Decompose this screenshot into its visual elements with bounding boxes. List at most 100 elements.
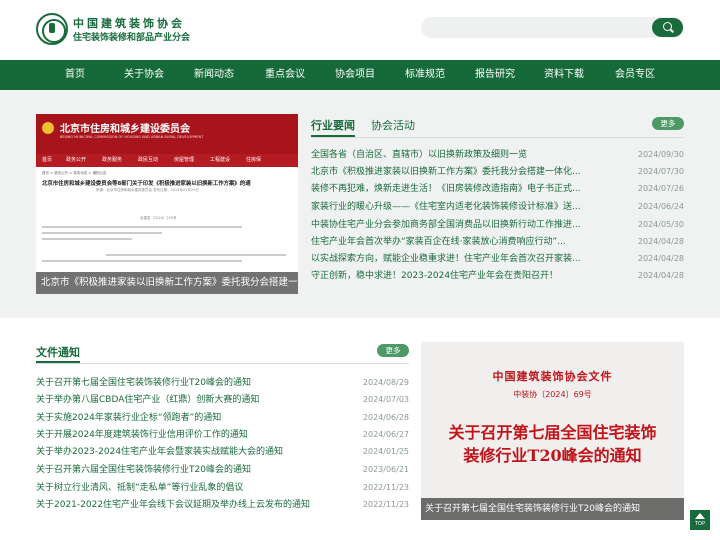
feature-nav-item: 住房保 [246, 157, 262, 163]
nav-item-standards[interactable]: 标准规范 [398, 60, 452, 90]
feature-banner-subtitle: BEIJING MUNICIPAL COMMISSION OF HOUSING … [60, 135, 204, 139]
news-item-date: 2024/04/28 [637, 271, 684, 280]
file-item-date: 2024/01/25 [362, 447, 409, 456]
nav-item-projects[interactable]: 协会项目 [328, 60, 382, 90]
nav-item-home[interactable]: 首页 [48, 60, 102, 90]
file-item-date: 2024/06/27 [362, 430, 409, 439]
file-item[interactable]: 关于举办2023-2024住宅产业年会暨家装实战赋能大会的通知 2024/01/… [36, 444, 409, 460]
files-more-button[interactable]: 更多 [377, 344, 409, 357]
file-item[interactable]: 关于召开第七届全国住宅装饰装修行业T20峰会的通知 2024/08/29 [36, 375, 409, 391]
emblem-icon [42, 122, 54, 134]
file-item-date: 2024/06/28 [362, 413, 409, 422]
file-item-date: 2022/11/23 [362, 483, 409, 492]
file-item-title: 关于2021-2022住宅产业年会线下会议延期及举办线上云发布的通知 [36, 500, 311, 510]
nav-item-meetings[interactable]: 重点会议 [258, 60, 312, 90]
doc-org-name: 中国建筑装饰协会文件 [492, 370, 613, 383]
org-subtitle[interactable]: 住宅装饰装修和部品产业分会 [73, 30, 190, 43]
news-item[interactable]: 以实战探索方向，赋能企业稳重求进！住宅产业年会首次召开家装... 2024/04… [311, 251, 684, 267]
doc-number: 中装协〔2024〕69号 [513, 390, 592, 399]
file-item[interactable]: 关于召开第六届全国住宅装饰装修行业T20峰会的通知 2023/06/21 [36, 462, 409, 478]
file-item[interactable]: 关于树立行业清风、抵制“走私单”等行业乱象的倡议 2022/11/23 [36, 480, 409, 496]
feature-breadcrumb: 首页 > 政务公开 > 政务动态 > 通知公告 [42, 171, 107, 175]
feature-caption[interactable]: 北京市《积极推进家装以旧换新工作方案》委托我分会搭建一体化... [36, 272, 298, 294]
file-item-date: 2024/08/29 [362, 378, 409, 387]
news-item-date: 2024/04/28 [637, 237, 684, 246]
arrow-up-icon [695, 513, 705, 519]
feature-doc-meta: 来源：北京市住房和城乡建设委员会 发布日期：2024年07月29日 [96, 188, 199, 192]
text-line [42, 260, 242, 262]
notice-document-image[interactable]: 中国建筑装饰协会文件 中装协〔2024〕69号 关于召开第七届全国住宅装饰 装修… [421, 342, 684, 520]
news-item[interactable]: 全国各省（自治区、直辖市）以旧换新政策及细则一览 2024/09/30 [311, 147, 684, 163]
news-item-title: 住宅产业年会首次举办“家装百企在线·家装放心消费响应行动”... [311, 237, 566, 247]
file-item-title: 关于举办2023-2024住宅产业年会暨家装实战赋能大会的通知 [36, 447, 284, 457]
search-icon[interactable] [652, 18, 683, 37]
news-item-title: 守正创新，稳中求进！2023-2024住宅产业年会在贵阳召开！ [311, 271, 559, 281]
file-item-date: 2023/06/21 [362, 465, 409, 474]
nav-item-news[interactable]: 新闻动态 [187, 60, 241, 90]
tab-association-activities[interactable]: 协会活动 [371, 117, 415, 135]
back-to-top-label: TOP [694, 521, 705, 527]
file-item[interactable]: 关于2021-2022住宅产业年会线下会议延期及举办线上云发布的通知 2022/… [36, 497, 409, 513]
file-item-title: 关于开展2024年度建筑装饰行业信用评价工作的通知 [36, 430, 248, 440]
text-line [42, 238, 132, 240]
file-item[interactable]: 关于举办第八届CBDA住宅产业（红鼎）创新大赛的通知 2024/07/03 [36, 392, 409, 408]
news-item[interactable]: 家装行业的暖心升级——《住宅室内适老化装饰装修设计标准》送... 2024/06… [311, 199, 684, 215]
back-to-top-button[interactable]: TOP [690, 510, 710, 530]
news-item-date: 2024/05/30 [637, 220, 684, 229]
news-item-title: 北京市《积极推进家装以旧换新工作方案》委托我分会搭建一体化... [311, 167, 581, 177]
org-title[interactable]: 中国建筑装饰协会 [73, 15, 185, 31]
news-item-title: 全国各省（自治区、直辖市）以旧换新政策及细则一览 [311, 150, 528, 160]
news-item[interactable]: 中装协住宅产业分会参加商务部全国消费品以旧换新行动工作推进... 2024/05… [311, 217, 684, 233]
text-line [42, 232, 162, 234]
news-more-button[interactable]: 更多 [652, 117, 684, 130]
doc-headline-line1: 关于召开第七届全国住宅装饰 [448, 423, 657, 442]
file-item-title: 关于举办第八届CBDA住宅产业（红鼎）创新大赛的通知 [36, 395, 260, 405]
nav-item-about[interactable]: 关于协会 [117, 60, 171, 90]
search-input[interactable] [421, 17, 684, 38]
file-item-title: 关于召开第六届全国住宅装饰装修行业T20峰会的通知 [36, 465, 251, 475]
file-item-title: 关于树立行业清风、抵制“走私单”等行业乱象的倡议 [36, 483, 244, 493]
news-item-title: 中装协住宅产业分会参加商务部全国消费品以旧换新行动工作推进... [311, 220, 581, 230]
news-item-title: 以实战探索方向，赋能企业稳重求进！住宅产业年会首次召开家装... [311, 254, 581, 264]
feature-banner: 北京市住房和城乡建设委员会 BEIJING MUNICIPAL COMMISSI… [36, 114, 298, 154]
nav-item-reports[interactable]: 报告研究 [468, 60, 522, 90]
nav-item-downloads[interactable]: 资料下载 [537, 60, 591, 90]
file-item[interactable]: 关于开展2024年度建筑装饰行业信用评价工作的通知 2024/06/27 [36, 427, 409, 443]
news-item[interactable]: 装修不再犯难，焕新走进生活！《旧房装修改造指南》电子书正式... 2024/07… [311, 181, 684, 197]
feature-nav-item: 政务公开 [66, 157, 87, 163]
divider [311, 137, 684, 138]
news-item[interactable]: 住宅产业年会首次举办“家装百企在线·家装放心消费响应行动”... 2024/04… [311, 234, 684, 250]
file-item-title: 关于召开第七届全国住宅装饰装修行业T20峰会的通知 [36, 378, 251, 388]
file-item-date: 2022/11/23 [362, 500, 409, 509]
nav-item-members[interactable]: 会员专区 [608, 60, 662, 90]
news-item-date: 2024/09/30 [637, 150, 684, 159]
file-item[interactable]: 关于实施2024年家装行业企标“领跑者”的通知 2024/06/28 [36, 410, 409, 426]
news-item-date: 2024/07/30 [637, 167, 684, 176]
doc-headline-line2: 装修行业T20峰会的通知 [463, 446, 642, 465]
logo-emblem-icon[interactable] [36, 13, 68, 45]
file-item-date: 2024/07/03 [362, 395, 409, 404]
section-title-files[interactable]: 文件通知 [36, 344, 80, 363]
feature-nav-item: 首页 [42, 157, 53, 163]
news-item-title: 装修不再犯难，焕新走进生活！《旧房装修改造指南》电子书正式... [311, 184, 581, 194]
main-nav: 首页 关于协会 新闻动态 重点会议 协会项目 标准规范 报告研究 资料下载 会员… [0, 60, 720, 90]
feature-nav-item: 房屋管理 [174, 157, 195, 163]
news-item-date: 2024/04/28 [637, 254, 684, 263]
text-line [42, 226, 242, 228]
file-item-title: 关于实施2024年家装行业企标“领跑者”的通知 [36, 413, 222, 423]
news-item[interactable]: 守正创新，稳中求进！2023-2024住宅产业年会在贵阳召开！ 2024/04/… [311, 268, 684, 284]
doc-caption[interactable]: 关于召开第七届全国住宅装饰装修行业T20峰会的通知 [421, 498, 684, 520]
site-header: 中国建筑装饰协会 住宅装饰装修和部品产业分会 [0, 0, 720, 60]
news-item-date: 2024/06/24 [637, 202, 684, 211]
feature-nav-item: 政民互动 [138, 157, 159, 163]
text-line [106, 254, 286, 256]
news-item[interactable]: 北京市《积极推进家装以旧换新工作方案》委托我分会搭建一体化... 2024/07… [311, 164, 684, 180]
feature-nav-item: 政务服务 [102, 157, 123, 163]
feature-doc-number: 京建发〔2024〕259号 [140, 216, 177, 220]
feature-nav-item: 工程建设 [210, 157, 231, 163]
feature-image[interactable]: 北京市住房和城乡建设委员会 BEIJING MUNICIPAL COMMISSI… [36, 114, 298, 294]
feature-doc-title: 北京市住房和城乡建设委员会等8部门关于印发《积极推进家装以旧换新工作方案》的通 [42, 181, 251, 187]
divider [36, 363, 409, 364]
tab-industry-news[interactable]: 行业要闻 [311, 117, 355, 137]
news-item-date: 2024/07/26 [637, 184, 684, 193]
